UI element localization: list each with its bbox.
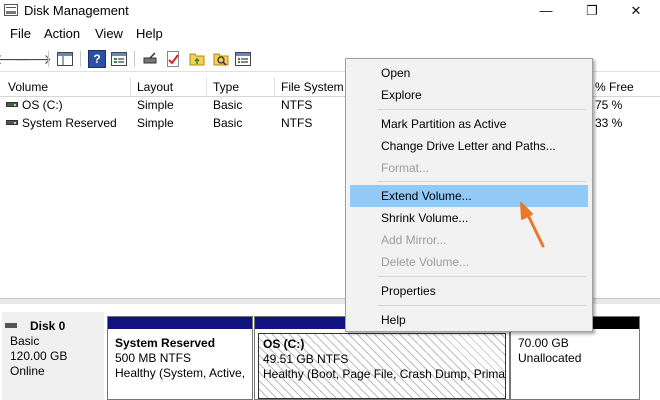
menu-action[interactable]: Action (44, 26, 80, 41)
menu-separator (378, 276, 586, 277)
volume-file-system: NTFS (281, 98, 313, 112)
window-title: Disk Management (24, 3, 129, 18)
column-divider[interactable] (274, 77, 275, 97)
column-divider[interactable] (130, 77, 131, 97)
partition-status: Unallocated (518, 351, 582, 365)
column-divider[interactable] (206, 77, 207, 97)
drive-icon (6, 102, 18, 107)
volume-name: System Reserved (22, 116, 117, 130)
menu-separator (378, 181, 586, 182)
toolbar-separator (80, 51, 81, 67)
volume-type: Basic (213, 98, 243, 112)
settings-list-icon[interactable] (234, 50, 252, 68)
connect-disk-icon[interactable] (142, 50, 160, 68)
menu-help[interactable]: Help (136, 26, 163, 41)
disk-info-panel[interactable]: Disk 0 Basic 120.00 GB Online (2, 312, 104, 400)
menu-item-open[interactable]: Open (350, 62, 588, 84)
disk-management-app-icon (4, 4, 18, 16)
partition-size: 500 MB NTFS (115, 351, 192, 365)
column-type[interactable]: Type (213, 80, 239, 94)
disk-name: Disk 0 (30, 319, 66, 333)
volume-type: Basic (213, 116, 243, 130)
menu-bar: File Action View Help (0, 22, 660, 44)
menu-item-explore[interactable]: Explore (350, 84, 588, 106)
column-volume[interactable]: Volume (8, 80, 48, 94)
menu-file[interactable]: File (10, 26, 31, 41)
partition-body: System Reserved 500 MB NTFS Healthy (Sys… (111, 333, 249, 399)
show-hide-console-tree-icon[interactable] (56, 50, 74, 68)
disk-type: Basic (10, 334, 40, 348)
partition-color-bar (108, 317, 252, 329)
close-button[interactable]: ✕ (614, 0, 658, 22)
partition-title: OS (C:) (263, 337, 305, 351)
menu-separator (378, 109, 586, 110)
new-folder-icon[interactable] (188, 50, 206, 68)
search-folder-icon[interactable] (212, 50, 230, 68)
disk-icon (5, 323, 17, 328)
disk-status: Online (10, 364, 45, 378)
menu-view[interactable]: View (95, 26, 123, 41)
help-icon[interactable]: ? (88, 50, 106, 68)
menu-item-format: Format... (381, 161, 430, 175)
check-document-icon[interactable] (164, 50, 182, 68)
menu-item-add-mirror: Add Mirror... (381, 233, 447, 247)
menu-separator (378, 305, 586, 306)
partition-system-reserved[interactable]: System Reserved 500 MB NTFS Healthy (Sys… (107, 316, 253, 400)
menu-item-help[interactable]: Help (350, 309, 588, 331)
partition-body: 70.00 GB Unallocated (514, 333, 636, 399)
context-menu: Open Explore Mark Partition as Active Ch… (345, 58, 593, 332)
minimize-button[interactable]: — (524, 0, 568, 22)
menu-item-shrink-volume[interactable]: Shrink Volume... (350, 207, 588, 229)
volume-file-system: NTFS (281, 116, 313, 130)
toolbar-separator (48, 51, 49, 67)
menu-item-delete-volume: Delete Volume... (381, 255, 470, 269)
volume-name: OS (C:) (22, 98, 63, 112)
title-bar: Disk Management — ❐ ✕ (0, 0, 660, 22)
forward-arrow-icon[interactable]: 🡒 (14, 50, 52, 68)
disk-size: 120.00 GB (10, 349, 68, 363)
partition-size: 49.51 GB NTFS (263, 352, 349, 366)
toolbar-separator (134, 51, 135, 67)
drive-icon (6, 120, 18, 125)
menu-item-extend-volume[interactable]: Extend Volume... (350, 185, 588, 207)
properties-list-icon[interactable] (110, 50, 128, 68)
column-file-system[interactable]: File System (281, 80, 344, 94)
volume-percent-free: 33 % (595, 116, 623, 130)
partition-title: System Reserved (115, 336, 216, 350)
maximize-button[interactable]: ❐ (570, 0, 614, 22)
menu-item-change-drive-letter[interactable]: Change Drive Letter and Paths... (350, 135, 588, 157)
menu-item-mark-partition-active[interactable]: Mark Partition as Active (350, 113, 588, 135)
partition-size: 70.00 GB (518, 336, 569, 350)
menu-item-properties[interactable]: Properties (350, 280, 588, 302)
partition-status: Healthy (Boot, Page File, Crash Dump, Pr… (263, 367, 506, 381)
volume-percent-free: 75 % (595, 98, 623, 112)
partition-body-selected: OS (C:) 49.51 GB NTFS Healthy (Boot, Pag… (258, 333, 506, 399)
column-layout[interactable]: Layout (137, 80, 173, 94)
partition-status: Healthy (System, Active, (115, 366, 246, 380)
column-percent-free[interactable]: % Free (595, 80, 634, 94)
volume-layout: Simple (137, 116, 174, 130)
volume-layout: Simple (137, 98, 174, 112)
